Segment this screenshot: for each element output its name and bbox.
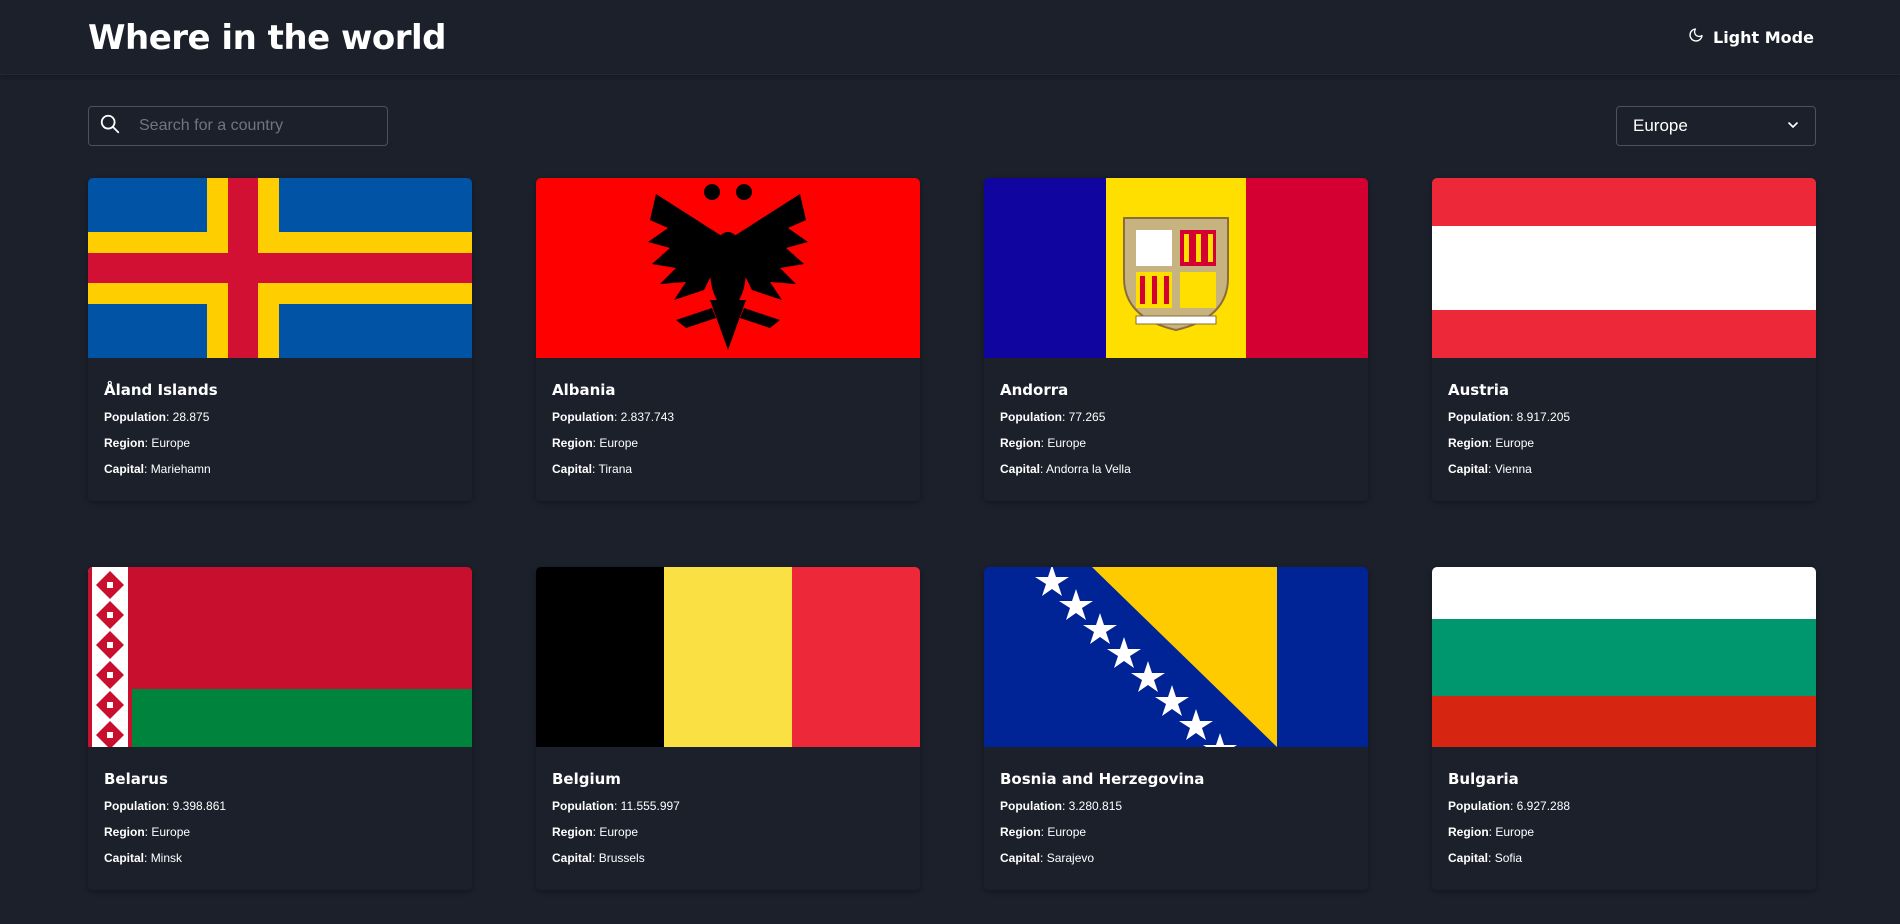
- flag-image: [1432, 178, 1816, 358]
- population-row: Population: 11.555.997: [552, 799, 680, 813]
- country-card[interactable]: Åland Islands Population: 28.875 Region:…: [88, 178, 472, 501]
- region-row: Region: Europe: [1000, 436, 1087, 450]
- region-row: Region: Europe: [104, 825, 191, 839]
- capital-row: Capital: Mariehamn: [104, 462, 211, 476]
- population-row: Population: 6.927.288: [1448, 799, 1571, 813]
- country-card[interactable]: Belarus Population: 9.398.861 Region: Eu…: [88, 567, 472, 890]
- region-row: Region: Europe: [104, 436, 191, 450]
- country-name: Albania: [552, 381, 616, 399]
- region-row: Region: Europe: [1448, 825, 1535, 839]
- capital-row: Capital: Andorra la Vella: [1000, 462, 1131, 476]
- capital-row: Capital: Vienna: [1448, 462, 1532, 476]
- country-name: Åland Islands: [104, 381, 218, 399]
- country-card[interactable]: Austria Population: 8.917.205 Region: Eu…: [1432, 178, 1816, 501]
- search-box[interactable]: [88, 106, 388, 146]
- capital-row: Capital: Sofia: [1448, 851, 1523, 865]
- chevron-down-icon: [1787, 116, 1799, 136]
- country-name: Bulgaria: [1448, 770, 1519, 788]
- population-row: Population: 9.398.861: [104, 799, 227, 813]
- country-name: Bosnia and Herzegovina: [1000, 770, 1205, 788]
- capital-row: Capital: Brussels: [552, 851, 645, 865]
- country-card[interactable]: Bulgaria Population: 6.927.288 Region: E…: [1432, 567, 1816, 890]
- population-row: Population: 28.875: [104, 410, 210, 424]
- country-card[interactable]: Belgium Population: 11.555.997 Region: E…: [536, 567, 920, 890]
- country-name: Andorra: [1000, 381, 1069, 399]
- flag-image: [1432, 567, 1816, 747]
- capital-row: Capital: Sarajevo: [1000, 851, 1095, 865]
- country-card[interactable]: Bosnia and Herzegovina Population: 3.280…: [984, 567, 1368, 890]
- flag-image: [88, 178, 472, 358]
- flag-image: [536, 567, 920, 747]
- search-icon: [99, 113, 121, 140]
- moon-icon: [1688, 27, 1704, 47]
- country-card[interactable]: Albania Population: 2.837.743 Region: Eu…: [536, 178, 920, 501]
- region-filter-value: Europe: [1633, 116, 1688, 135]
- region-row: Region: Europe: [552, 825, 639, 839]
- search-input[interactable]: [139, 117, 379, 135]
- theme-toggle-button[interactable]: Light Mode: [1688, 26, 1814, 48]
- population-row: Population: 2.837.743: [552, 410, 675, 424]
- app-header: Where in the world Light Mode: [0, 0, 1900, 75]
- country-name: Belgium: [552, 770, 621, 788]
- country-card[interactable]: Andorra Population: 77.265 Region: Europ…: [984, 178, 1368, 501]
- country-name: Austria: [1448, 381, 1510, 399]
- region-row: Region: Europe: [552, 436, 639, 450]
- population-row: Population: 77.265: [1000, 410, 1106, 424]
- flag-image: [984, 567, 1368, 747]
- capital-row: Capital: Tirana: [552, 462, 633, 476]
- theme-toggle-label: Light Mode: [1713, 27, 1814, 47]
- flag-image: [536, 178, 920, 358]
- region-filter-select[interactable]: Europe: [1616, 106, 1816, 146]
- region-row: Region: Europe: [1000, 825, 1087, 839]
- region-row: Region: Europe: [1448, 436, 1535, 450]
- flag-image: [984, 178, 1368, 358]
- population-row: Population: 8.917.205: [1448, 410, 1571, 424]
- app-title: Where in the world: [88, 18, 447, 58]
- capital-row: Capital: Minsk: [104, 851, 183, 865]
- population-row: Population: 3.280.815: [1000, 799, 1123, 813]
- country-name: Belarus: [104, 770, 168, 788]
- flag-image: [88, 567, 472, 747]
